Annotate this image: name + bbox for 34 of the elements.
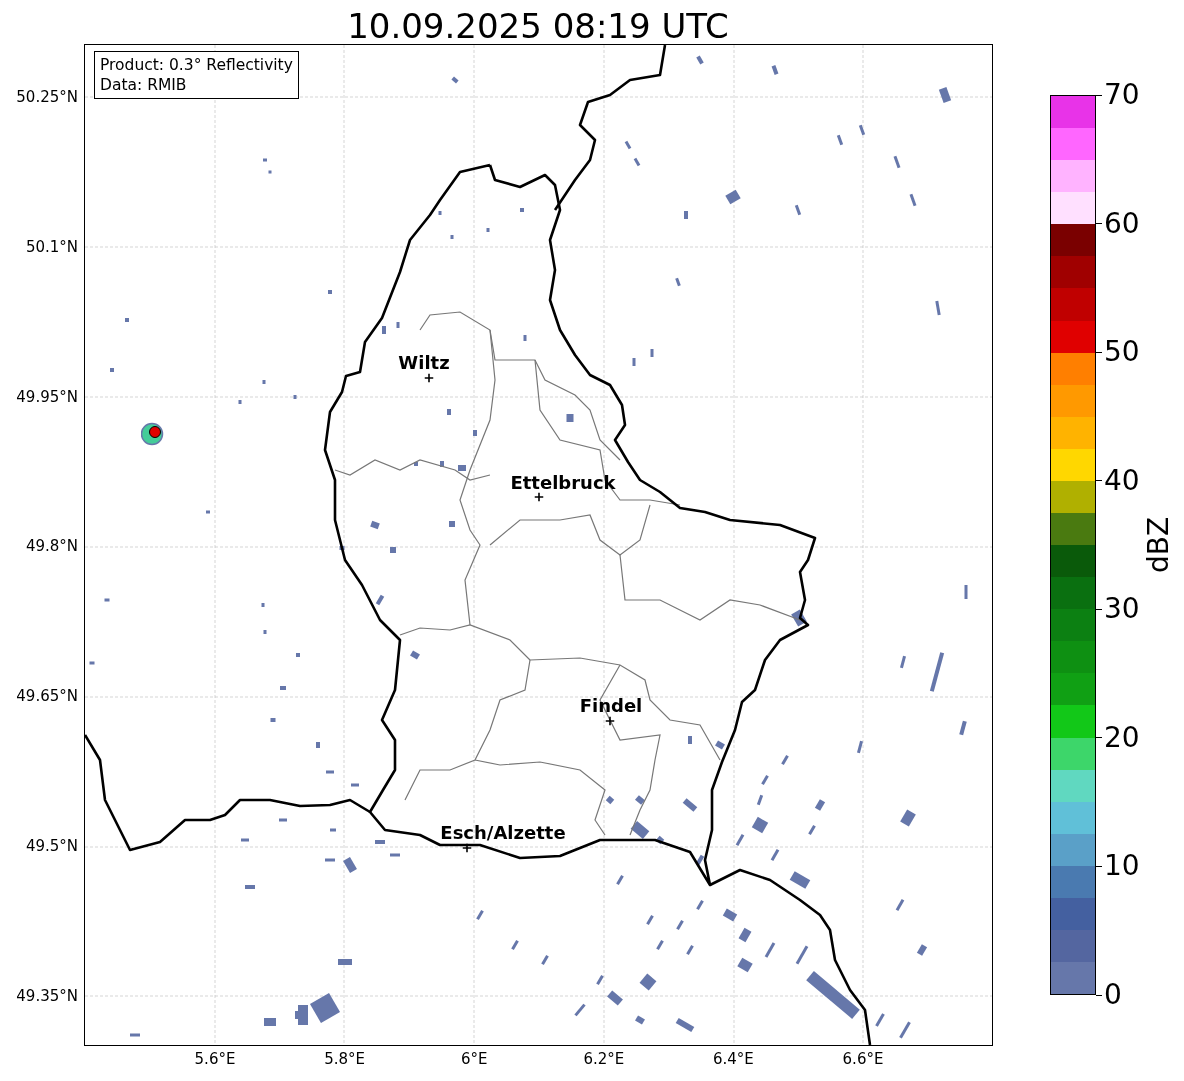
colorbar-tick-label: 50 <box>1104 338 1140 367</box>
latitude-label: 50.1°N <box>25 237 78 256</box>
latitude-label: 49.35°N <box>16 986 78 1005</box>
city-marker-icon <box>462 843 472 853</box>
longitude-label: 5.8°E <box>324 1050 365 1068</box>
city-marker-icon <box>534 492 544 502</box>
colorbar-tick-label: 30 <box>1104 595 1140 624</box>
city-marker-icon <box>605 716 615 726</box>
city-label: Wiltz <box>398 351 450 373</box>
longitude-label: 6.4°E <box>712 1050 754 1068</box>
longitude-label: 6°E <box>460 1050 488 1068</box>
colorbar-tick-label: 70 <box>1104 81 1140 109</box>
latitude-label: 49.95°N <box>16 387 78 406</box>
city-label: Esch/Alzette <box>440 821 566 843</box>
latitude-label: 49.5°N <box>25 837 78 855</box>
longitude-label: 6.6°E <box>842 1050 884 1068</box>
longitude-label: 5.6°E <box>194 1050 236 1068</box>
info-text: Data: RMIB <box>100 75 188 95</box>
latitude-label: 49.65°N <box>16 687 78 706</box>
colorbar-tick-label: 0 <box>1104 981 1122 1009</box>
city-marker-icon <box>424 373 434 383</box>
city-label: Findel <box>579 694 643 716</box>
chart-title: 10.09.2025 08:19 UTC <box>347 6 729 46</box>
colorbar-tick-label: 60 <box>1104 209 1140 238</box>
info-text: Product: 0.3° Reflectivity <box>100 55 293 75</box>
colorbar-label: dBZ <box>1141 516 1175 574</box>
latitude-label: 49.8°N <box>25 537 78 556</box>
colorbar-tick-label: 20 <box>1104 723 1140 752</box>
colorbar-tick-label: 40 <box>1104 466 1140 495</box>
longitude-label: 6.2°E <box>583 1050 625 1068</box>
radar-site-icon <box>141 422 165 446</box>
city-label: Ettelbruck <box>510 471 616 493</box>
colorbar-tick-label: 10 <box>1104 852 1140 881</box>
latitude-label: 50.25°N <box>16 88 78 106</box>
